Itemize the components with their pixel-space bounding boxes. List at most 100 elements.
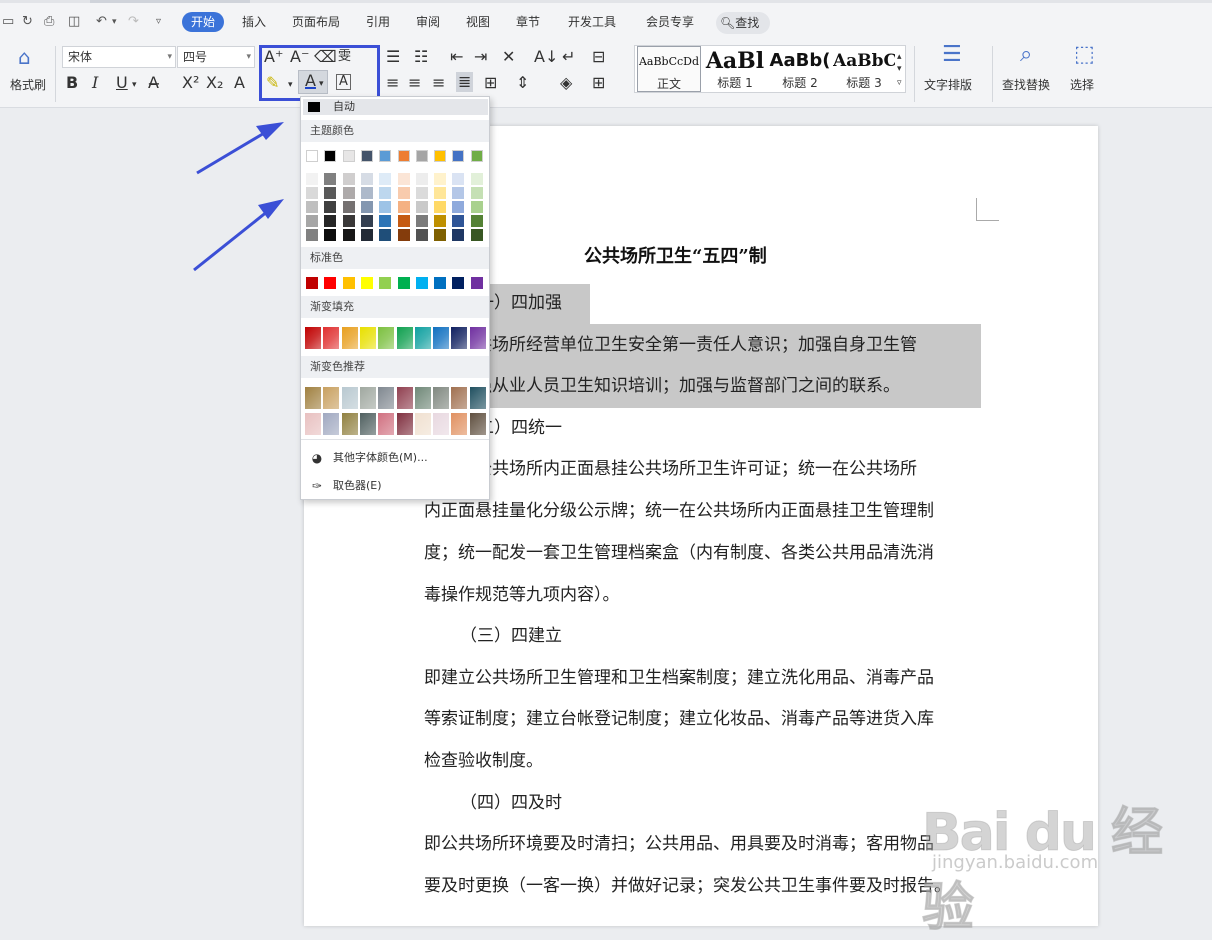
- doc-line[interactable]: 加强公共场所经营单位卫生安全第一责任人意识；加强自身卫生管: [424, 334, 917, 356]
- doc-heading[interactable]: （三）四建立: [460, 625, 562, 647]
- shade-color-swatch[interactable]: [360, 173, 373, 185]
- shade-color-swatch[interactable]: [470, 229, 483, 241]
- gradient-recommend-swatch[interactable]: [378, 387, 395, 409]
- style-heading-1[interactable]: AaBl 标题 1: [703, 46, 767, 92]
- shade-color-swatch[interactable]: [324, 229, 337, 241]
- shade-color-swatch[interactable]: [324, 173, 337, 185]
- theme-color-swatch[interactable]: [342, 150, 355, 162]
- align-center-icon[interactable]: ≡: [408, 74, 421, 92]
- style-normal[interactable]: AaBbCcDd 正文: [637, 46, 701, 92]
- theme-color-swatch[interactable]: [379, 150, 392, 162]
- shading-icon[interactable]: ◈: [560, 74, 572, 92]
- doc-line[interactable]: 要及时更换（一客一换）并做好记录；突发公共卫生事件要及时报告。: [424, 875, 951, 897]
- theme-color-swatch[interactable]: [452, 150, 465, 162]
- gradient-recommend-swatch[interactable]: [359, 387, 376, 409]
- gradient-recommend-swatch[interactable]: [323, 413, 340, 435]
- superscript-icon[interactable]: X²: [182, 74, 199, 92]
- numbering-icon[interactable]: ☷: [414, 48, 428, 66]
- shade-color-swatch[interactable]: [379, 201, 392, 213]
- tab-home[interactable]: 开始: [182, 12, 225, 32]
- gradient-recommend-swatch[interactable]: [451, 387, 468, 409]
- standard-color-swatch[interactable]: [470, 277, 483, 289]
- shade-color-swatch[interactable]: [452, 215, 465, 227]
- shade-color-swatch[interactable]: [324, 201, 337, 213]
- theme-color-swatch[interactable]: [415, 150, 428, 162]
- shade-color-swatch[interactable]: [470, 201, 483, 213]
- shade-color-swatch[interactable]: [324, 215, 337, 227]
- shade-color-swatch[interactable]: [434, 229, 447, 241]
- gradient-recommend-swatch[interactable]: [305, 387, 321, 409]
- gradient-fill-swatch[interactable]: [359, 327, 376, 349]
- document-title[interactable]: 公共场所卫生“五四”制: [584, 246, 767, 268]
- doc-line[interactable]: 即建立公共场所卫生管理和卫生档案制度；建立洗化用品、消毒产品: [424, 667, 934, 689]
- bold-button[interactable]: B: [66, 74, 78, 92]
- format-painter-button[interactable]: ⌂ 格式刷: [6, 44, 50, 94]
- shade-color-swatch[interactable]: [379, 215, 392, 227]
- shade-color-swatch[interactable]: [434, 173, 447, 185]
- shade-color-swatch[interactable]: [452, 201, 465, 213]
- gradient-fill-swatch[interactable]: [305, 327, 321, 349]
- shade-color-swatch[interactable]: [342, 201, 355, 213]
- shade-color-swatch[interactable]: [342, 173, 355, 185]
- standard-color-swatch[interactable]: [397, 277, 410, 289]
- gradient-recommend-swatch[interactable]: [469, 387, 486, 409]
- sort-icon[interactable]: A↓: [534, 48, 558, 66]
- bullets-icon[interactable]: ☰: [386, 48, 400, 66]
- gradient-recommend-swatch[interactable]: [396, 387, 413, 409]
- save-icon[interactable]: ↻: [22, 14, 33, 30]
- standard-color-swatch[interactable]: [342, 277, 355, 289]
- gradient-recommend-swatch[interactable]: [341, 413, 358, 435]
- gradient-recommend-swatch[interactable]: [396, 413, 413, 435]
- theme-color-swatch[interactable]: [360, 150, 373, 162]
- undo-icon[interactable]: ↶: [96, 14, 107, 30]
- gradient-fill-swatch[interactable]: [414, 327, 431, 349]
- show-marks-icon[interactable]: ↵: [562, 48, 575, 66]
- style-heading-2[interactable]: AaBb( 标题 2: [767, 46, 833, 92]
- doc-line[interactable]: 等索证制度；建立台帐登记制度；建立化妆品、消毒产品等进货入库: [424, 708, 934, 730]
- gradient-recommend-swatch[interactable]: [414, 387, 431, 409]
- underline-dropdown-icon[interactable]: ▾: [132, 76, 137, 94]
- shade-color-swatch[interactable]: [397, 215, 410, 227]
- doc-line[interactable]: 度；统一配发一套卫生管理档案盒（内有制度、各类公共用品清洗消: [424, 542, 934, 564]
- shade-color-swatch[interactable]: [434, 187, 447, 199]
- shade-color-swatch[interactable]: [415, 201, 428, 213]
- underline-button[interactable]: U: [116, 74, 128, 92]
- shade-color-swatch[interactable]: [397, 173, 410, 185]
- undo-dropdown-icon[interactable]: ▾: [112, 14, 117, 30]
- shade-color-swatch[interactable]: [397, 229, 410, 241]
- gradient-recommend-swatch[interactable]: [433, 387, 450, 409]
- shade-color-swatch[interactable]: [360, 201, 373, 213]
- tab-page-layout[interactable]: 页面布局: [292, 13, 340, 31]
- more-font-colors-item[interactable]: ◕ 其他字体颜色(M)...: [309, 450, 428, 466]
- shade-color-swatch[interactable]: [415, 173, 428, 185]
- standard-color-swatch[interactable]: [415, 277, 428, 289]
- standard-color-swatch[interactable]: [379, 277, 392, 289]
- gradient-fill-swatch[interactable]: [396, 327, 413, 349]
- chinese-layout-icon[interactable]: ✕: [502, 48, 515, 66]
- shade-color-swatch[interactable]: [379, 173, 392, 185]
- page-break-icon[interactable]: ⊟: [592, 48, 605, 66]
- strikethrough-icon[interactable]: A̶: [148, 74, 159, 92]
- doc-line[interactable]: 即公共场所环境要及时清扫；公共用品、用具要及时消毒；客用物品: [424, 833, 934, 855]
- document-tab[interactable]: [90, 0, 250, 3]
- subscript-icon[interactable]: X₂: [206, 74, 223, 92]
- doc-line[interactable]: 理；加强从业人员卫生知识培训；加强与监督部门之间的联系。: [424, 375, 900, 397]
- gradient-recommend-swatch[interactable]: [323, 387, 340, 409]
- line-spacing-icon[interactable]: ⇕: [516, 74, 529, 92]
- tab-developer[interactable]: 开发工具: [568, 13, 616, 31]
- shade-color-swatch[interactable]: [452, 173, 465, 185]
- print-preview-icon[interactable]: ◫: [68, 14, 80, 30]
- gradient-fill-swatch[interactable]: [341, 327, 358, 349]
- shade-color-swatch[interactable]: [415, 215, 428, 227]
- tab-chapter[interactable]: 章节: [516, 13, 540, 31]
- shade-color-swatch[interactable]: [342, 215, 355, 227]
- style-heading-3[interactable]: AaBbC 标题 3: [833, 46, 895, 92]
- shade-color-swatch[interactable]: [470, 173, 483, 185]
- doc-line[interactable]: 统一在公共场所内正面悬挂公共场所卫生许可证；统一在公共场所: [424, 458, 917, 480]
- theme-color-swatch[interactable]: [470, 150, 483, 162]
- gradient-recommend-swatch[interactable]: [305, 413, 321, 435]
- standard-color-swatch[interactable]: [324, 277, 337, 289]
- shade-color-swatch[interactable]: [306, 201, 318, 213]
- gradient-fill-swatch[interactable]: [323, 327, 340, 349]
- tab-insert[interactable]: 插入: [242, 13, 266, 31]
